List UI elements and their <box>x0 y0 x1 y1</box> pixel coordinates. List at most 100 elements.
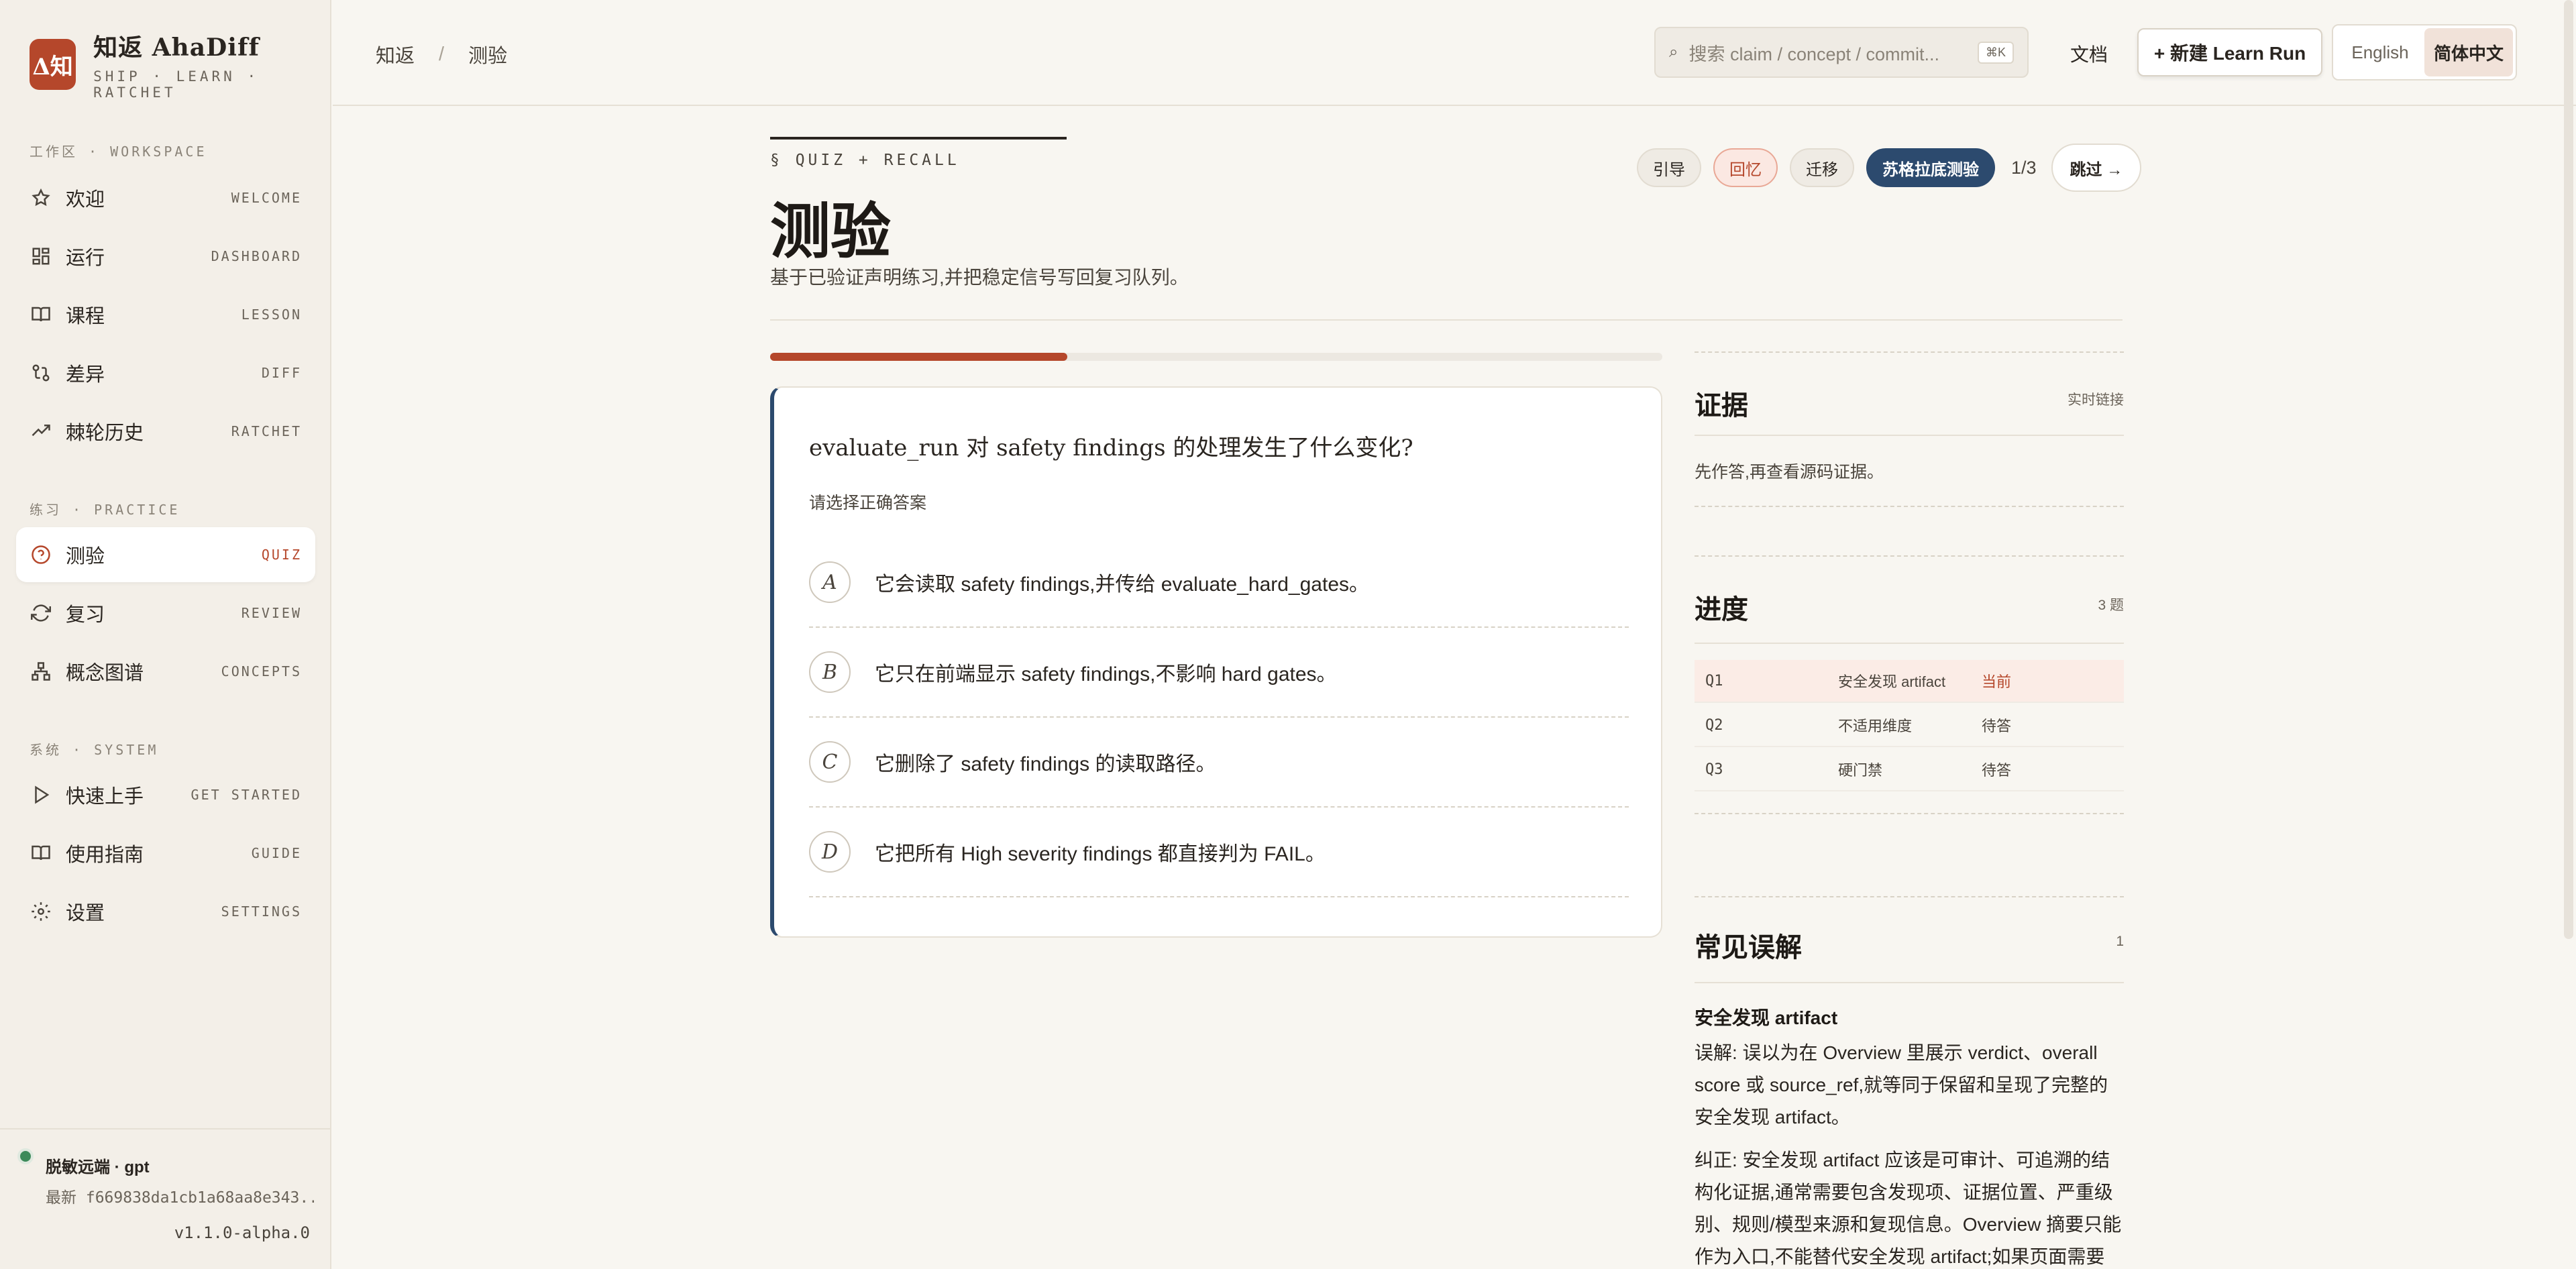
breadcrumb-home[interactable]: 知返 <box>376 40 415 68</box>
progress-id: Q3 <box>1705 761 1723 778</box>
sidebar-item-code: REVIEW <box>241 605 302 621</box>
nav-group-system: 系统 · SYSTEM <box>30 742 159 758</box>
progress-meta: 3 题 <box>2098 598 2124 613</box>
page-title: 测验 <box>770 196 891 267</box>
sidebar-item-code: DASHBOARD <box>211 248 302 264</box>
quiz-progress-fill <box>770 353 1067 361</box>
mode-guided[interactable]: 引导 <box>1637 148 1701 187</box>
option-text: 它只在前端显示 safety findings,不影响 hard gates。 <box>875 663 1337 685</box>
option-letter: B <box>809 651 851 693</box>
nav-group-workspace: 工作区 · WORKSPACE <box>30 144 207 160</box>
misconception-wrong-line: 误解: 误以为在 Overview 里展示 verdict、overall <box>1695 1042 2098 1063</box>
breadcrumb-current: 测验 <box>468 46 508 67</box>
sidebar-item-label: 差异 <box>66 364 105 386</box>
sidebar-item-diff[interactable]: 差异 DIFF <box>16 345 315 400</box>
sidebar-item-label: 使用指南 <box>66 844 144 866</box>
section-divider <box>1695 982 2124 983</box>
lang-simplified-chinese[interactable]: 简体中文 <box>2424 28 2513 76</box>
sidebar-item-dashboard[interactable]: 运行 DASHBOARD <box>16 229 315 284</box>
header-divider <box>770 319 2123 321</box>
header-rule <box>770 137 1067 140</box>
sidebar-item-label: 课程 <box>66 306 105 327</box>
sidebar-item-label: 快速上手 <box>66 786 144 808</box>
brand-logo: Δ知 <box>30 39 76 90</box>
progress-row-q3[interactable]: Q3 硬门禁 待答 <box>1695 749 2124 791</box>
answer-option-b[interactable]: B 它只在前端显示 safety findings,不影响 hard gates… <box>809 628 1629 718</box>
section-rule <box>1695 896 2124 897</box>
mode-transfer[interactable]: 迁移 <box>1790 148 1854 187</box>
section-rule <box>1695 555 2124 557</box>
evidence-meta: 实时链接 <box>2068 392 2124 408</box>
sidebar-item-label: 运行 <box>66 247 105 269</box>
breadcrumb: 知返 / 测验 <box>376 40 507 68</box>
question-counter: 1/3 <box>2011 157 2037 178</box>
answer-option-c[interactable]: C 它删除了 safety findings 的读取路径。 <box>809 718 1629 808</box>
option-text: 它会读取 safety findings,并传给 evaluate_hard_g… <box>875 573 1370 596</box>
sidebar-item-ratchet[interactable]: 棘轮历史 RATCHET <box>16 404 315 459</box>
book-icon <box>30 303 52 326</box>
section-divider <box>1695 435 2124 436</box>
answer-option-d[interactable]: D 它把所有 High severity findings 都直接判为 FAIL… <box>809 808 1629 897</box>
sidebar-item-code: DIFF <box>261 365 302 381</box>
misconceptions-panel: 常见误解 1 安全发现 artifact 误解: 误以为在 Overview 里… <box>1695 896 2124 1269</box>
progress-status: 当前 <box>1982 673 2012 690</box>
brand[interactable]: Δ知 知返 AhaDiff SHIP · LEARN · RATCHET <box>30 28 330 101</box>
sidebar-item-code: GET STARTED <box>191 787 302 803</box>
sidebar-item-guide[interactable]: 使用指南 GUIDE <box>16 826 315 881</box>
sidebar-item-label: 欢迎 <box>66 189 105 211</box>
option-letter: C <box>809 741 851 783</box>
breadcrumb-separator: / <box>439 43 445 65</box>
status-dot <box>20 1151 31 1162</box>
question-card: evaluate_run 对 safety findings 的处理发生了什么变… <box>770 386 1662 938</box>
sidebar-item-settings[interactable]: 设置 SETTINGS <box>16 884 315 939</box>
docs-link[interactable]: 文档 <box>2070 40 2108 67</box>
sidebar-item-label: 复习 <box>66 604 105 626</box>
lang-english[interactable]: English <box>2336 28 2424 76</box>
mode-socratic[interactable]: 苏格拉底测验 <box>1866 148 1995 187</box>
evidence-text: 先作答,再查看源码证据。 <box>1695 463 1884 482</box>
misconceptions-title: 常见误解 <box>1695 932 1802 963</box>
graph-icon <box>30 660 52 683</box>
sidebar-item-welcome[interactable]: 欢迎 WELCOME <box>16 170 315 225</box>
sidebar-item-code: SETTINGS <box>221 903 302 920</box>
sidebar-item-label: 概念图谱 <box>66 663 144 684</box>
search-icon: ⌕ <box>1669 43 1678 61</box>
sidebar-item-code: GUIDE <box>251 845 302 861</box>
brand-name: 知返 AhaDiff <box>93 34 260 62</box>
play-icon <box>30 783 52 806</box>
progress-name: 不适用维度 <box>1838 718 1913 734</box>
sidebar-item-label: 测验 <box>66 546 105 567</box>
sidebar-item-code: RATCHET <box>231 423 302 439</box>
sidebar-item-code: LESSON <box>241 307 302 323</box>
diff-icon <box>30 362 52 384</box>
sidebar-item-concepts[interactable]: 概念图谱 CONCEPTS <box>16 644 315 699</box>
new-learn-run-button[interactable]: + 新建 Learn Run <box>2137 28 2322 76</box>
quiz-mode-tabs: 引导 回忆 迁移 苏格拉底测验 1/3 跳过 → <box>1637 144 2142 192</box>
sidebar-item-review[interactable]: 复习 REVIEW <box>16 586 315 641</box>
search-input[interactable]: ⌕ 搜索 claim / concept / commit... ⌘K <box>1654 27 2029 78</box>
page-scrollbar[interactable] <box>2564 0 2573 939</box>
skip-button[interactable]: 跳过 → <box>2051 144 2142 192</box>
answer-option-a[interactable]: A 它会读取 safety findings,并传给 evaluate_hard… <box>809 538 1629 628</box>
mode-recall[interactable]: 回忆 <box>1713 148 1778 187</box>
misconception-fix-line: 纠正: 安全发现 artifact 应该是可审计、可追溯的结 <box>1695 1150 2110 1170</box>
sidebar-item-lesson[interactable]: 课程 LESSON <box>16 287 315 342</box>
section-divider <box>1695 643 2124 644</box>
misconception-fix: 纠正: 安全发现 artifact 应该是可审计、可追溯的结 构化证据,通常需要… <box>1695 1144 2124 1269</box>
progress-status: 待答 <box>1982 718 2012 734</box>
misconception-wrong-line: 安全发现 artifact。 <box>1695 1107 1850 1127</box>
progress-row-q1[interactable]: Q1 安全发现 artifact 当前 <box>1695 660 2124 703</box>
section-rule <box>1695 351 2124 353</box>
sidebar-item-quiz[interactable]: 测验 QUIZ <box>16 527 315 582</box>
misconception-wrong-line: score 或 source_ref,就等同于保留和呈现了完整的 <box>1695 1074 2108 1095</box>
progress-row-q2[interactable]: Q2 不适用维度 待答 <box>1695 704 2124 747</box>
star-icon <box>30 186 52 209</box>
progress-name: 硬门禁 <box>1838 762 1883 779</box>
latest-commit: 最新 f669838da1cb1a68aa8e343... <box>46 1189 314 1207</box>
remote-label: 脱敏远端 · gpt <box>46 1158 150 1176</box>
misconception-fix-line: 别、规则/模型来源和复现信息。Overview 摘要只能 <box>1695 1214 2122 1235</box>
sidebar-item-get-started[interactable]: 快速上手 GET STARTED <box>16 767 315 822</box>
page-kicker: § QUIZ + RECALL <box>770 152 960 169</box>
question-text: evaluate_run 对 safety findings 的处理发生了什么变… <box>809 435 1413 461</box>
dashboard-icon <box>30 245 52 268</box>
